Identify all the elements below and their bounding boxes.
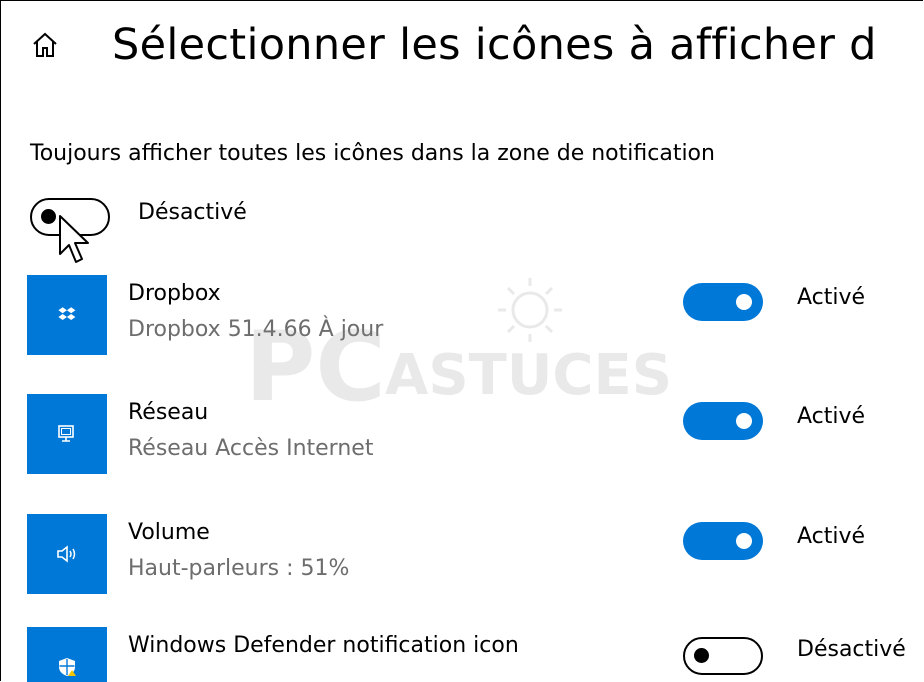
toggle-state: Activé bbox=[797, 285, 866, 310]
app-status: Réseau Accès Internet bbox=[128, 436, 374, 461]
toggle-knob bbox=[41, 209, 56, 224]
toggle-knob bbox=[694, 648, 709, 663]
pc-astuces-watermark-logo: PC ASTUCES bbox=[245, 278, 672, 410]
network-toggle[interactable] bbox=[683, 402, 763, 440]
toggle-state: Désactivé bbox=[797, 637, 906, 662]
mouse-cursor-icon bbox=[59, 215, 89, 263]
home-icon[interactable] bbox=[30, 30, 60, 60]
always-show-label: Toujours afficher toutes les icônes dans… bbox=[30, 141, 715, 166]
app-name: Volume bbox=[128, 520, 210, 545]
network-icon bbox=[27, 394, 107, 474]
toggle-knob bbox=[736, 294, 752, 310]
app-name: Réseau bbox=[128, 400, 209, 425]
watermark-astuces-text: ASTUCES bbox=[385, 343, 672, 408]
app-name: Dropbox bbox=[128, 281, 221, 306]
dropbox-icon bbox=[27, 275, 107, 355]
windows-defender-toggle[interactable] bbox=[683, 637, 763, 675]
app-name: Windows Defender notification icon bbox=[128, 633, 519, 658]
toggle-state: Activé bbox=[797, 404, 866, 429]
toggle-state: Activé bbox=[797, 524, 866, 549]
page-header: Sélectionner les icônes à afficher d bbox=[30, 10, 877, 80]
always-show-state: Désactivé bbox=[138, 200, 247, 225]
volume-icon bbox=[27, 514, 107, 594]
toggle-knob bbox=[736, 533, 752, 549]
watermark-pc-text: PC bbox=[245, 311, 386, 410]
app-status: Haut-parleurs : 51% bbox=[128, 556, 350, 581]
dropbox-toggle[interactable] bbox=[683, 283, 763, 321]
shield-icon bbox=[27, 627, 107, 682]
toggle-knob bbox=[736, 413, 752, 429]
list-item-windows-defender: Windows Defender notification icon Désac… bbox=[27, 627, 924, 682]
list-item-volume: Volume Haut-parleurs : 51% Activé bbox=[27, 514, 924, 604]
page-title: Sélectionner les icônes à afficher d bbox=[112, 20, 877, 70]
volume-toggle[interactable] bbox=[683, 522, 763, 560]
